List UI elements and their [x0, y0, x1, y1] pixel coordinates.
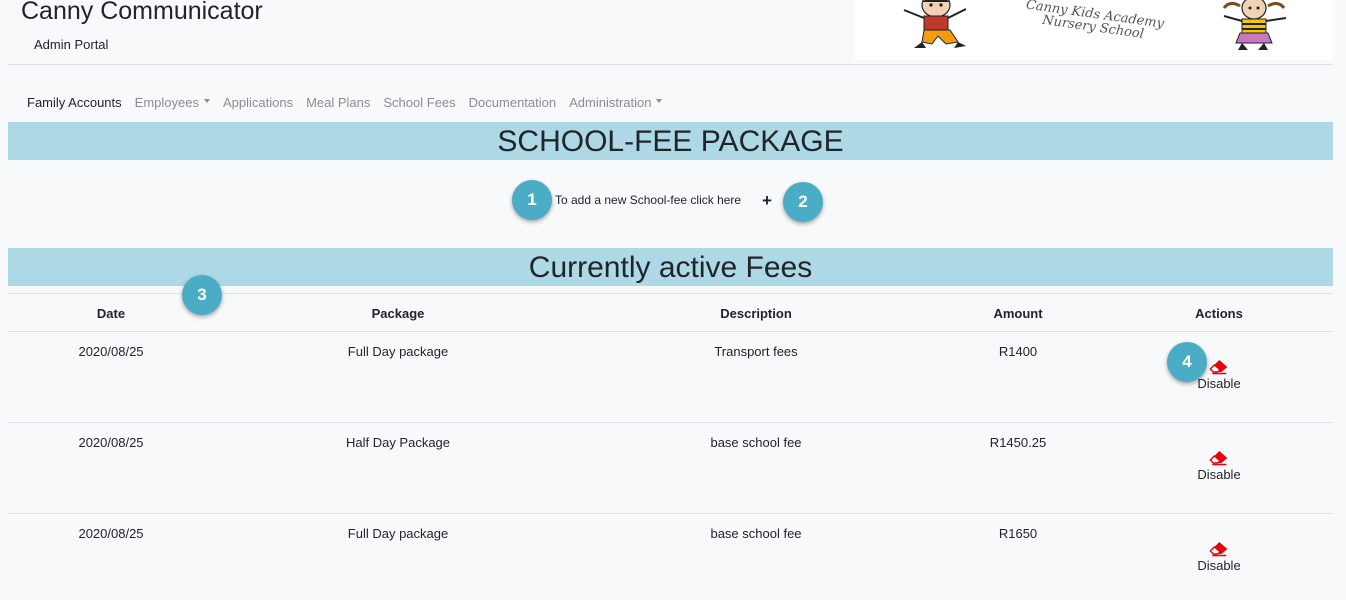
- disable-label: Disable: [1197, 558, 1241, 573]
- step-marker-3: 3: [182, 275, 222, 315]
- nav-documentation[interactable]: Documentation: [469, 95, 556, 110]
- nav-applications[interactable]: Applications: [223, 95, 293, 110]
- cell-amount: R1450.25: [989, 435, 1047, 450]
- cell-description: base school fee: [710, 526, 802, 541]
- table-row-divider: [8, 422, 1333, 423]
- cell-description: base school fee: [710, 435, 802, 450]
- column-header-amount: Amount: [993, 306, 1043, 321]
- table-row-divider: [8, 331, 1333, 332]
- disable-label: Disable: [1197, 467, 1241, 482]
- cell-package: Full Day package: [347, 526, 449, 541]
- main-nav: Family Accounts Employees Applications M…: [27, 93, 675, 111]
- disable-button[interactable]: Disable: [1197, 450, 1241, 482]
- cell-amount: R1400: [998, 344, 1038, 359]
- step-marker-4: 4: [1167, 342, 1207, 382]
- add-school-fee-link[interactable]: To add a new School-fee click here: [555, 193, 741, 207]
- cell-date: 2020/08/25: [78, 344, 144, 359]
- cell-amount: R1650: [998, 526, 1038, 541]
- column-header-actions: Actions: [1195, 306, 1243, 321]
- school-logo-banner: Canny Kids Academy Nursery School: [854, 0, 1333, 60]
- nav-administration[interactable]: Administration: [569, 95, 663, 110]
- eraser-icon: [1209, 360, 1227, 375]
- column-header-date: Date: [96, 306, 126, 321]
- column-header-description: Description: [720, 306, 792, 321]
- nav-school-fees[interactable]: School Fees: [383, 95, 455, 110]
- app-subtitle: Admin Portal: [34, 37, 109, 52]
- cell-package: Half Day Package: [345, 435, 451, 450]
- nav-meal-plans[interactable]: Meal Plans: [306, 95, 370, 110]
- header-divider: [8, 64, 1333, 65]
- disable-button[interactable]: Disable: [1197, 541, 1241, 573]
- nav-family-accounts[interactable]: Family Accounts: [27, 95, 122, 110]
- table-row-divider: [8, 513, 1333, 514]
- page-title: SCHOOL-FEE PACKAGE: [8, 122, 1333, 160]
- cell-date: 2020/08/25: [78, 435, 144, 450]
- chevron-down-icon: [203, 99, 210, 103]
- plus-icon[interactable]: +: [762, 191, 772, 211]
- cell-date: 2020/08/25: [78, 526, 144, 541]
- disable-label: Disable: [1197, 376, 1241, 391]
- step-marker-1: 1: [512, 180, 552, 220]
- app-title: Canny Communicator: [21, 0, 263, 25]
- eraser-icon: [1209, 542, 1227, 557]
- cell-description: Transport fees: [714, 344, 798, 359]
- nav-employees[interactable]: Employees: [135, 95, 210, 110]
- eraser-icon: [1209, 451, 1227, 466]
- cell-package: Full Day package: [347, 344, 449, 359]
- chevron-down-icon: [656, 99, 663, 103]
- column-header-package: Package: [371, 306, 425, 321]
- step-marker-2: 2: [783, 182, 823, 222]
